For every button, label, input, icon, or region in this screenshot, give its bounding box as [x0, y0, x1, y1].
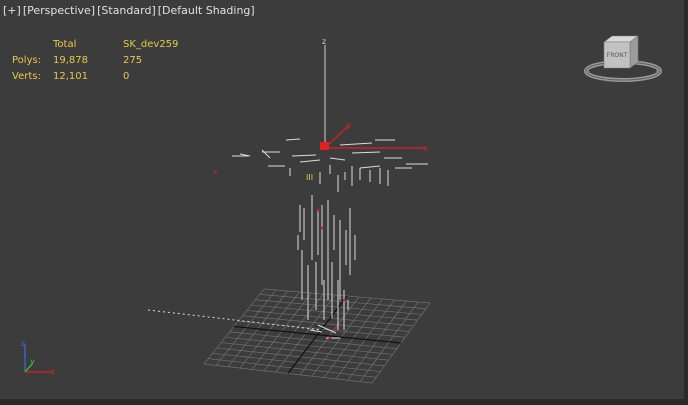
- viewport-right-border: [684, 0, 688, 405]
- statistics-overlay: Total SK_dev259 Polys: 19,878 275 Verts:…: [12, 37, 183, 85]
- joint-marker: [316, 208, 320, 212]
- transform-gizmo[interactable]: x y: [320, 121, 428, 153]
- stats-header-row: Total SK_dev259: [12, 37, 183, 53]
- joint-marker: [328, 336, 332, 340]
- viewcube-front-label: FRONT: [607, 52, 628, 59]
- viewport-bottom-border: [0, 399, 688, 405]
- stats-verts-label: Verts:: [12, 71, 41, 82]
- viewcube-right-face[interactable]: [629, 35, 639, 69]
- gizmo-center-handle[interactable]: [320, 142, 329, 150]
- bone-segment: [291, 154, 317, 157]
- viewport-shading-menu[interactable]: [Default Shading]: [158, 4, 255, 17]
- pivot-marker: [214, 170, 218, 174]
- viewcube-compass-west-dot: [586, 70, 590, 74]
- viewport-standard-menu[interactable]: [Standard]: [97, 4, 156, 17]
- viewport-view-menu[interactable]: [Perspective]: [23, 4, 95, 17]
- stats-total-header: Total: [53, 39, 77, 50]
- perspective-viewport[interactable]: z x y III [+] [Perspective] [Standard] […: [0, 0, 688, 405]
- viewcube[interactable]: FRONT: [582, 30, 664, 90]
- stats-polys-object: 275: [123, 55, 143, 66]
- tripod-y-label: y: [30, 357, 35, 366]
- skeleton-mesh[interactable]: [232, 138, 428, 340]
- home-grid: [203, 288, 431, 384]
- gizmo-y-label: y: [346, 121, 351, 130]
- bone-segment: [351, 151, 381, 154]
- world-z-axis-label: z: [322, 37, 326, 46]
- stats-object-header: SK_dev259: [123, 39, 179, 50]
- stats-verts-total: 12,101: [53, 71, 88, 82]
- bone-segment: [299, 159, 321, 163]
- stats-verts-row: Verts: 12,101 0: [12, 69, 183, 85]
- selected-bone-marker: III: [306, 173, 313, 182]
- viewcube-compass-east-dot: [656, 69, 660, 73]
- axis-tripod: z y x: [21, 339, 55, 376]
- stats-polys-row: Polys: 19,878 275: [12, 53, 183, 69]
- bone-segment: [329, 157, 346, 161]
- tripod-z-label: z: [21, 339, 25, 348]
- bone-segment: [339, 142, 373, 146]
- bone-segment: [359, 165, 381, 169]
- viewcube-compass-south-dot: [604, 78, 608, 82]
- joint-marker: [320, 226, 324, 230]
- tripod-x-label: x: [50, 367, 55, 376]
- viewport-plus-menu[interactable]: [+]: [3, 4, 21, 17]
- stats-verts-object: 0: [123, 71, 130, 82]
- bone-segment: [261, 149, 271, 159]
- joint-marker: [334, 326, 338, 330]
- joint-marker: [343, 298, 347, 302]
- bone-segment: [285, 138, 301, 141]
- stats-polys-label: Polys:: [12, 55, 42, 66]
- viewport-label-menu[interactable]: [+] [Perspective] [Standard] [Default Sh…: [3, 4, 255, 17]
- gizmo-x-label: x: [423, 144, 428, 153]
- stats-polys-total: 19,878: [53, 55, 88, 66]
